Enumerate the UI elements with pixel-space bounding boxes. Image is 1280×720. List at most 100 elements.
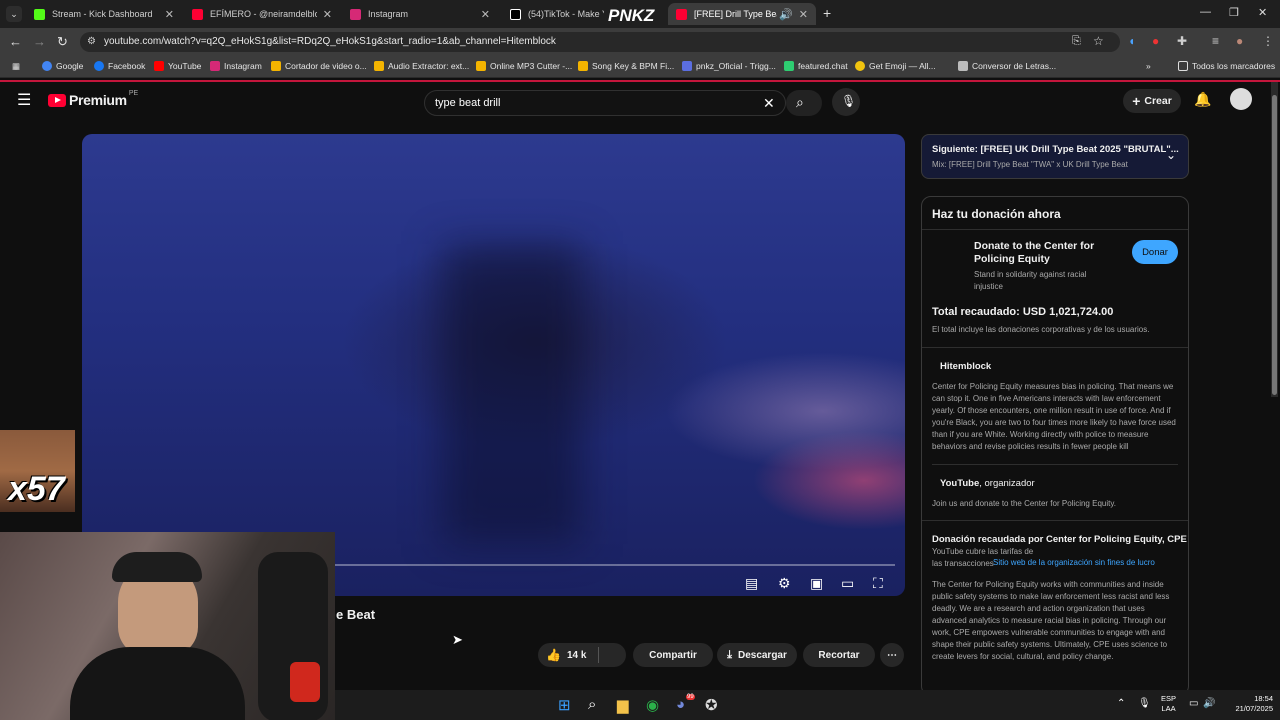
search-icon: ⌕ (796, 94, 804, 110)
bookmark-youtube[interactable]: YouTube (154, 61, 201, 71)
subtitles-icon[interactable]: ▤ (745, 575, 758, 592)
install-app-icon[interactable]: ⎘ (1072, 35, 1081, 48)
bookmark-song-key[interactable]: Song Key & BPM Fi... (578, 61, 674, 71)
back-icon[interactable]: ← (9, 34, 22, 49)
tab-search-icon[interactable]: ⌄ (6, 6, 22, 22)
bookmark-star-icon[interactable]: ☆ (1093, 34, 1104, 48)
create-button[interactable]: + Crear (1123, 89, 1181, 113)
divider (922, 229, 1188, 230)
hamburger-menu-icon[interactable]: ☰ (17, 90, 31, 110)
fullscreen-icon[interactable]: ⛶ (873, 575, 883, 592)
tab-tiktok[interactable]: (54)TikTok - Make Yo (502, 3, 612, 25)
taskbar-search-icon[interactable]: ⌕ (588, 696, 596, 713)
tray-chevron-icon[interactable]: ⌃ (1117, 698, 1125, 709)
bookmark-facebook[interactable]: Facebook (94, 61, 145, 71)
nonprofit-website-link[interactable]: Sitio web de la organización sin fines d… (993, 558, 1155, 567)
media-controls-icon[interactable]: ≡ (1212, 34, 1219, 48)
bookmark-audio-extractor[interactable]: Audio Extractor: ext... (374, 61, 469, 71)
chevron-down-icon[interactable]: ⌄ (1166, 148, 1176, 162)
forward-icon[interactable]: → (33, 34, 46, 49)
app-icon[interactable]: ✪ (705, 696, 718, 714)
close-icon[interactable]: ✕ (165, 8, 174, 21)
site-info-icon[interactable]: ⚙ (87, 36, 96, 47)
app-icon (374, 61, 384, 71)
like-button[interactable]: 👍 14 k (538, 643, 626, 667)
search-button[interactable]: ⌕ (786, 90, 822, 116)
reload-icon[interactable]: ↻ (57, 34, 68, 50)
extensions-puzzle-icon[interactable]: ✚ (1177, 34, 1187, 48)
close-icon[interactable]: ✕ (799, 8, 808, 21)
tray-microphone-icon[interactable]: 🎙 (1138, 698, 1151, 709)
youtube-icon (154, 61, 164, 71)
apps-grid-icon[interactable]: ▦ (12, 61, 20, 72)
emote-counter: x57 (8, 470, 65, 508)
bookmark-cortador[interactable]: Cortador de video o... (271, 61, 367, 71)
tab-instagram[interactable]: Instagram ✕ (342, 3, 498, 25)
total-raised: Total recaudado: USD 1,021,724.00 (932, 306, 1114, 318)
tab-efimero[interactable]: EFÍMERO - @neiramdelbloque ✕ (184, 3, 340, 25)
channel-message: Center for Policing Equity measures bias… (932, 382, 1176, 451)
channel-name[interactable]: Hitemblock (940, 361, 991, 372)
bookmark-get-emoji[interactable]: Get Emoji — All... (855, 61, 936, 71)
raised-by-line: Donación recaudada por Center for Polici… (932, 534, 1188, 545)
bookmark-conversor[interactable]: Conversor de Letras... (958, 61, 1056, 71)
divider (922, 347, 1188, 348)
language-indicator[interactable]: ESP LAA (1161, 694, 1176, 714)
restore-icon[interactable]: ❐ (1229, 6, 1239, 19)
webcam-person-hair (112, 552, 202, 582)
more-bookmarks-icon[interactable]: » (1146, 61, 1151, 71)
video-player[interactable]: ▤ ⚙ ▣ ▭ ⛶ (82, 134, 905, 596)
tab-drill-type-beat[interactable]: [FREE] Drill Type Beat "TWA 🔊 ✕ (668, 3, 816, 25)
settings-gear-icon[interactable]: ⚙ (778, 575, 791, 592)
speaker-icon[interactable]: 🔊 (779, 8, 793, 21)
up-next-card[interactable]: Siguiente: [FREE] UK Drill Type Beat 202… (921, 134, 1189, 179)
clip-button[interactable]: Recortar (803, 643, 875, 667)
cpe-description: The Center for Policing Equity works wit… (932, 580, 1170, 661)
bookmark-featured-chat[interactable]: featured.chat (784, 61, 848, 71)
extension-red-icon[interactable]: ● (1152, 34, 1159, 48)
all-bookmarks-folder[interactable]: Todos los marcadores (1178, 61, 1275, 71)
clear-search-icon[interactable]: ✕ (763, 95, 775, 112)
discord-icon[interactable]: ◕ (676, 696, 685, 713)
donate-button[interactable]: Donar (1132, 240, 1178, 264)
tab-kick-dashboard[interactable]: Stream - Kick Dashboard ✕ (26, 3, 182, 25)
address-bar[interactable]: ⚙ youtube.com/watch?v=q2Q_eHokS1g&list=R… (80, 32, 1120, 52)
extension-wave-icon[interactable]: ◖ (1128, 34, 1135, 48)
divider (932, 464, 1178, 465)
bookmark-pnkz[interactable]: pnkz_Oficial - Trigg... (682, 61, 776, 71)
profile-avatar-icon[interactable]: ● (1236, 34, 1243, 48)
more-actions-button[interactable]: ⋯ (880, 643, 904, 667)
minimize-icon[interactable]: — (1200, 6, 1211, 18)
file-explorer-icon[interactable]: ▆ (617, 696, 629, 714)
close-icon[interactable]: ✕ (481, 8, 490, 21)
scrollbar-thumb[interactable] (1272, 95, 1277, 395)
webcam-overlay (0, 532, 335, 720)
close-icon[interactable]: ✕ (323, 8, 332, 21)
download-button[interactable]: ⤓ Descargar (717, 643, 797, 667)
chrome-icon[interactable]: ◉ (646, 696, 659, 714)
menu-kebab-icon[interactable]: ⋮ (1262, 34, 1274, 48)
share-button[interactable]: Compartir (633, 643, 713, 667)
url-text[interactable]: youtube.com/watch?v=q2Q_eHokS1g&list=RDq… (104, 36, 556, 47)
theater-mode-icon[interactable]: ▭ (841, 575, 854, 592)
network-icon[interactable]: ▭ (1189, 698, 1198, 709)
video-blurred-figure (442, 244, 582, 544)
bookmark-mp3-cutter[interactable]: Online MP3 Cutter -... (476, 61, 572, 71)
clock[interactable]: 18:54 21/07/2025 (1223, 694, 1273, 714)
avatar[interactable] (1230, 88, 1252, 110)
org-description: Stand in solidarity against racial injus… (974, 270, 1087, 291)
start-windows-icon[interactable]: ⊞ (558, 696, 571, 714)
bookmark-google[interactable]: Google (42, 61, 83, 71)
notifications-bell-icon[interactable]: 🔔 (1194, 91, 1211, 108)
youtube-premium-logo[interactable]: Premium PE (48, 90, 138, 108)
chat-icon (784, 61, 794, 71)
search-input[interactable]: type beat drill ✕ (424, 90, 786, 116)
miniplayer-icon[interactable]: ▣ (810, 575, 823, 592)
voice-search-button[interactable]: 🎙 (832, 88, 860, 116)
new-tab-icon[interactable]: + (823, 5, 831, 21)
bookmark-instagram[interactable]: Instagram (210, 61, 262, 71)
video-progress-bar[interactable] (332, 564, 895, 566)
app-icon (476, 61, 486, 71)
window-close-icon[interactable]: ✕ (1258, 6, 1267, 19)
volume-icon[interactable]: 🔊 (1203, 698, 1215, 709)
